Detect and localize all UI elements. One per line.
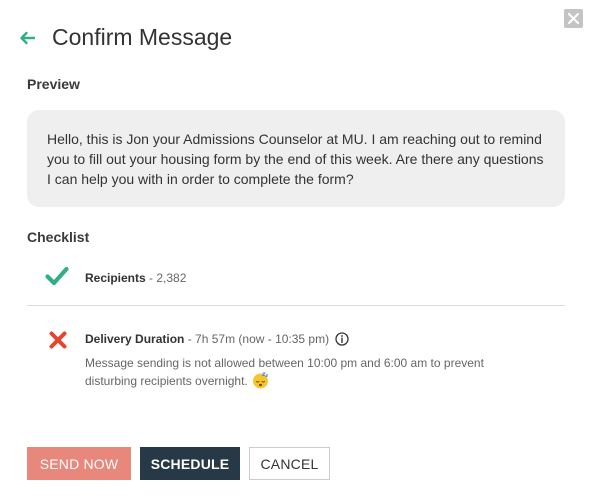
delivery-duration-value: - 7h 57m (now - 10:35 pm)	[184, 332, 330, 346]
sleeping-face-icon	[252, 372, 269, 389]
checklist-item-recipients: Recipients - 2,382	[27, 264, 565, 306]
x-icon	[49, 331, 67, 349]
close-button[interactable]	[564, 9, 583, 28]
recipients-line: Recipients - 2,382	[85, 271, 186, 285]
recipients-count: - 2,382	[145, 271, 187, 285]
delivery-duration-label: Delivery Duration	[85, 332, 185, 346]
send-now-button[interactable]: SEND NOW	[27, 447, 131, 480]
close-icon	[568, 13, 579, 24]
message-preview: Hello, this is Jon your Admissions Couns…	[27, 110, 565, 207]
delivery-duration-line: Delivery Duration - 7h 57m (now - 10:35 …	[85, 332, 349, 346]
back-arrow-icon[interactable]	[19, 31, 35, 45]
delivery-warning: Message sending is not allowed between 1…	[85, 354, 525, 390]
checklist-label: Checklist	[27, 229, 90, 245]
cancel-button[interactable]: CANCEL	[249, 447, 330, 480]
check-icon	[45, 266, 69, 286]
info-icon[interactable]	[335, 332, 349, 346]
recipients-label: Recipients	[85, 271, 146, 285]
preview-label: Preview	[27, 76, 80, 92]
page-title: Confirm Message	[52, 24, 233, 50]
delivery-warning-text: Message sending is not allowed between 1…	[85, 356, 484, 388]
schedule-button[interactable]: SCHEDULE	[140, 447, 240, 480]
